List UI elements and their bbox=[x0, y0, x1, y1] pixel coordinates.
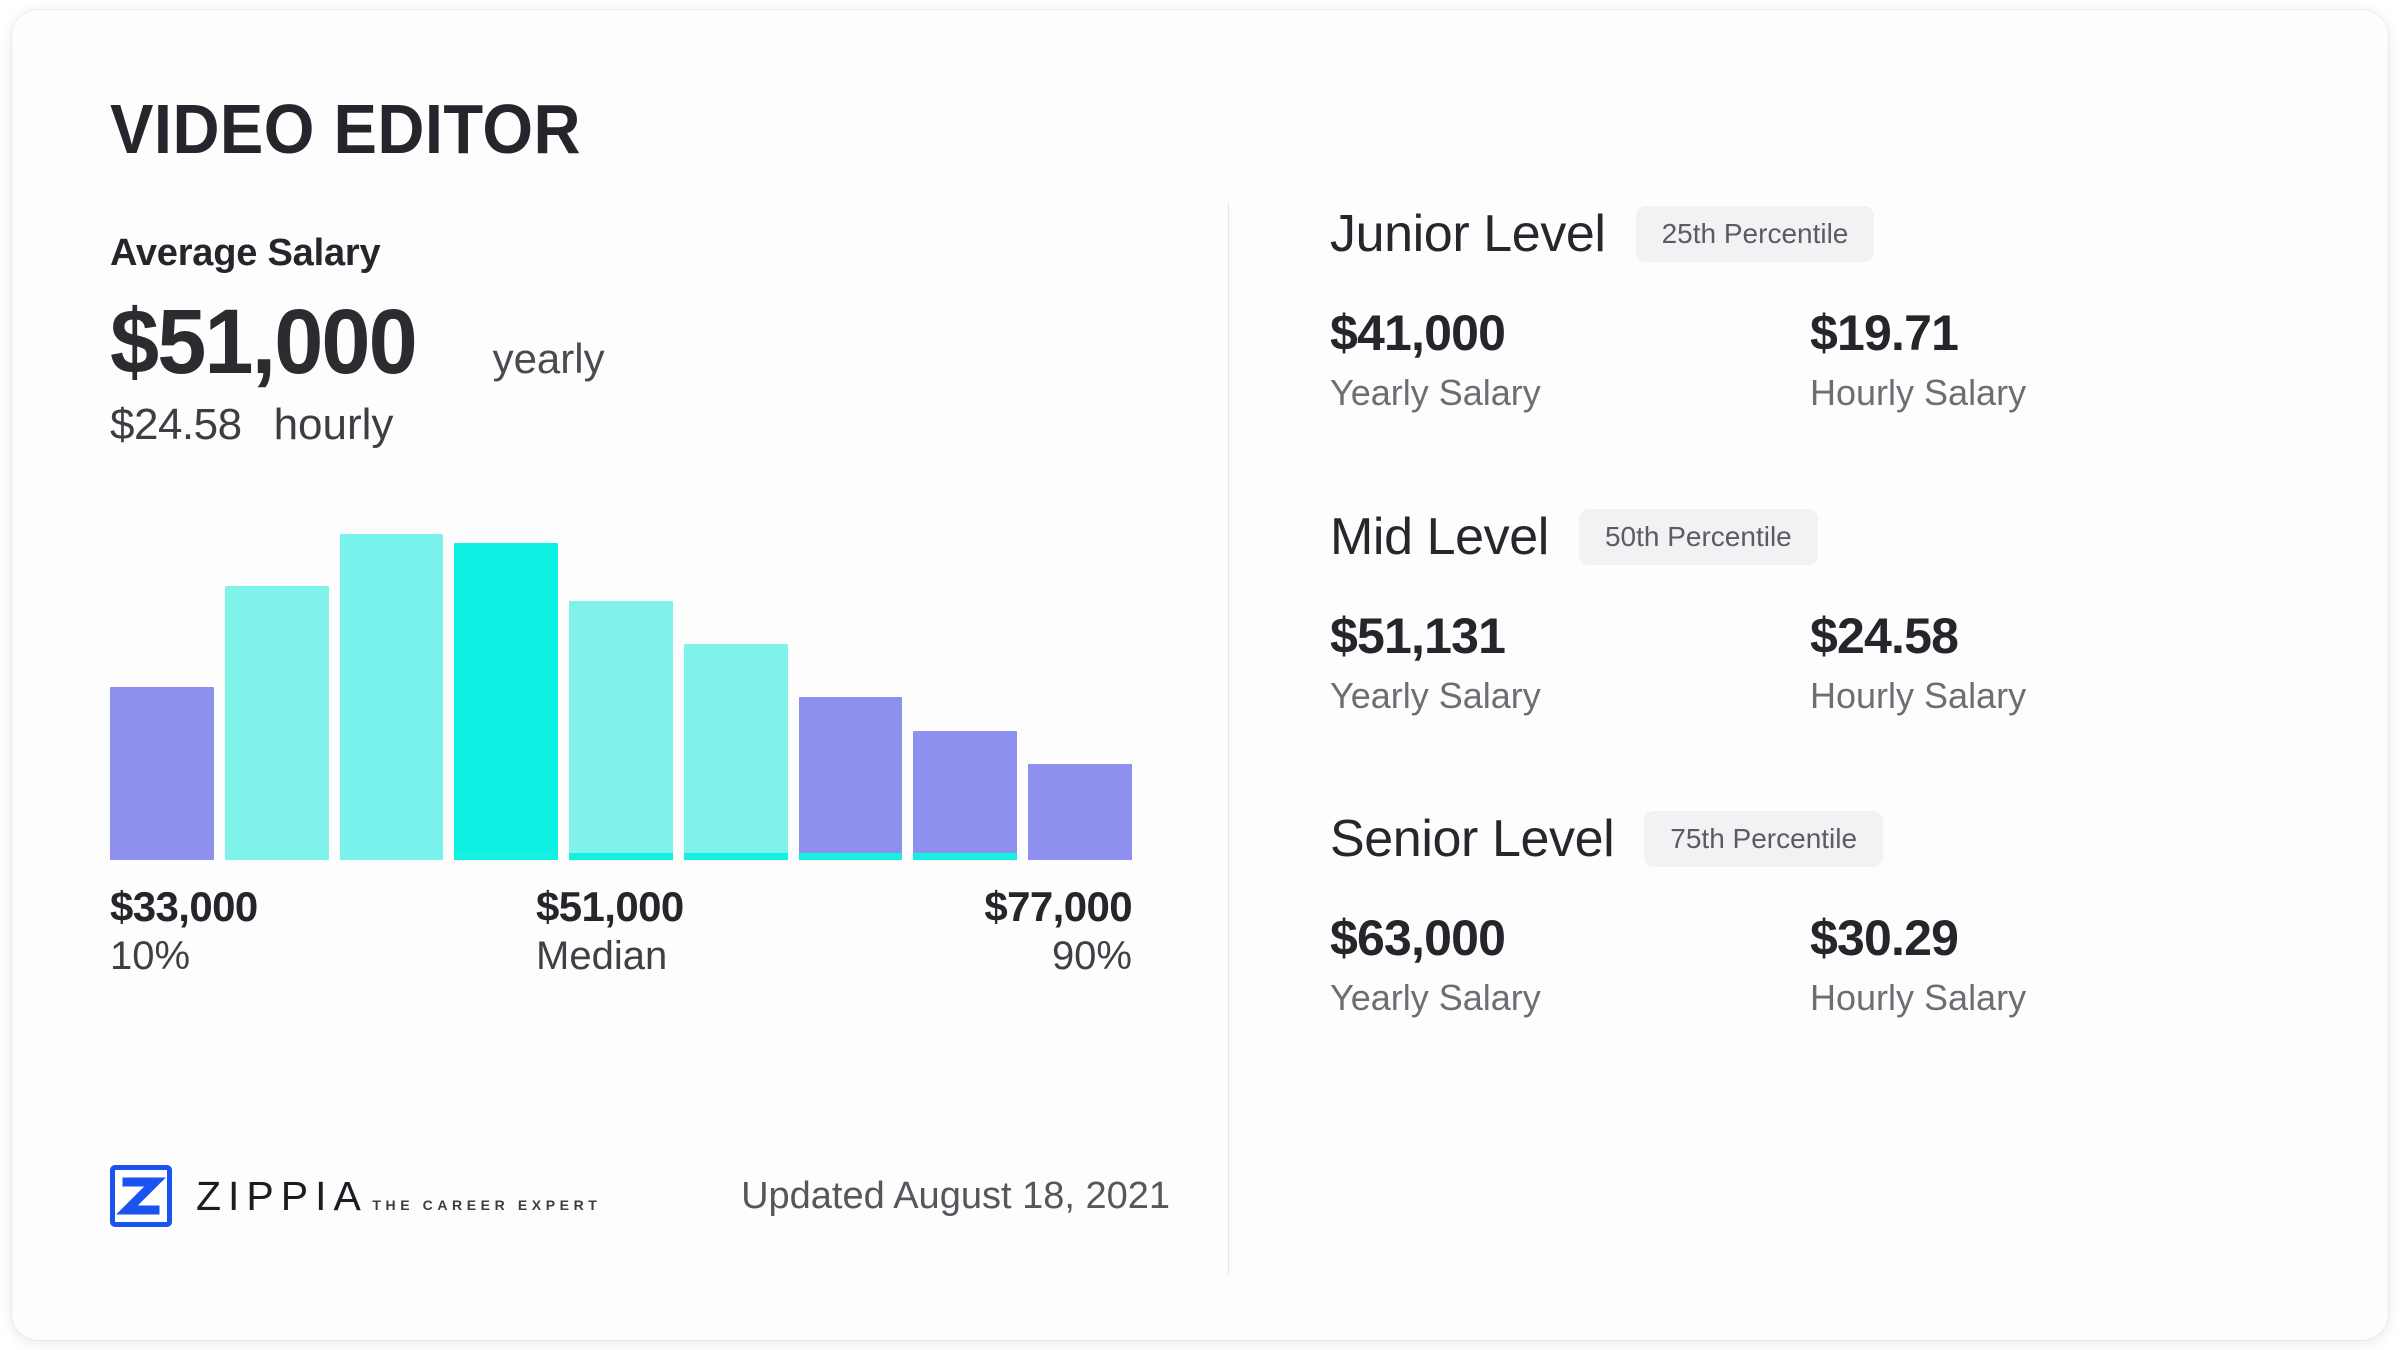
chart-bar bbox=[1028, 764, 1133, 861]
chart-bar bbox=[913, 730, 1018, 861]
zippia-logo-word: ZIPPIA bbox=[196, 1172, 368, 1219]
experience-level-header: Junior Level 25th Percentile bbox=[1330, 206, 2280, 262]
chart-bar-baseline bbox=[454, 853, 559, 861]
zippia-z-icon bbox=[110, 1165, 172, 1227]
chart-axis-sublabel: Median bbox=[536, 933, 668, 978]
salary-card: VIDEO EDITOR Average Salary $51,000 year… bbox=[12, 10, 2388, 1340]
hourly-salary-amount: $19.71 bbox=[1810, 305, 1959, 361]
chart-bar bbox=[454, 543, 559, 861]
yearly-salary-amount: $51,131 bbox=[1330, 607, 1506, 664]
average-yearly-row: $51,000 yearly bbox=[110, 291, 1170, 393]
chart-bar-baseline bbox=[913, 853, 1018, 861]
yearly-salary-label: Yearly Salary bbox=[1330, 977, 1541, 1019]
experience-level-name: Junior Level bbox=[1330, 205, 1606, 263]
hourly-salary-label: Hourly Salary bbox=[1810, 674, 2027, 716]
chart-bar bbox=[798, 696, 903, 861]
chart-axis-sublabel: 90% bbox=[1051, 933, 1132, 978]
chart-bar bbox=[224, 586, 329, 861]
percentile-badge: 50th Percentile bbox=[1578, 508, 1818, 565]
card-footer: ZIPPIA THE CAREER EXPERT Updated August … bbox=[110, 1165, 1170, 1227]
chart-bar bbox=[569, 600, 673, 861]
zippia-wordmark: ZIPPIA THE CAREER EXPERT bbox=[196, 1172, 602, 1219]
summary-panel: VIDEO EDITOR Average Salary $51,000 year… bbox=[110, 94, 1170, 994]
chart-axis-amount: $33,000 bbox=[110, 883, 258, 931]
salary-distribution-chart: $33,000 10% $51,000 Median $77,000 90% bbox=[110, 514, 1133, 994]
chart-axis-amount: $77,000 bbox=[984, 883, 1132, 931]
average-hourly-amount: $24.58 bbox=[110, 400, 242, 450]
zippia-logo: ZIPPIA THE CAREER EXPERT bbox=[110, 1165, 601, 1227]
percentile-badge: 25th Percentile bbox=[1635, 206, 1875, 262]
hourly-salary-amount: $24.58 bbox=[1810, 607, 1959, 664]
yearly-salary-column: $51,131 Yearly Salary bbox=[1330, 607, 1810, 716]
chart-bar bbox=[683, 644, 788, 861]
chart-axis-amount: $51,000 bbox=[536, 883, 684, 931]
experience-level-block: Senior Level 75th Percentile $63,000 Yearly… bbox=[1330, 811, 2280, 1018]
infographic-canvas: VIDEO EDITOR Average Salary $51,000 year… bbox=[0, 0, 2400, 1350]
zippia-logo-tagline: THE CAREER EXPERT bbox=[372, 1196, 602, 1213]
yearly-salary-amount: $41,000 bbox=[1330, 305, 1506, 361]
yearly-salary-column: $41,000 Yearly Salary bbox=[1330, 306, 1810, 413]
average-hourly-row: $24.58 hourly bbox=[110, 400, 1170, 450]
experience-level-values: $51,131 Yearly Salary $24.58 Hourly Salary bbox=[1330, 607, 2280, 716]
chart-bar-baseline bbox=[683, 853, 788, 861]
hourly-salary-column: $24.58 Hourly Salary bbox=[1810, 607, 2027, 716]
updated-date: Updated August 18, 2021 bbox=[741, 1174, 1170, 1217]
hourly-salary-label: Hourly Salary bbox=[1810, 372, 2027, 413]
average-yearly-period: yearly bbox=[492, 335, 605, 382]
average-salary-label: Average Salary bbox=[110, 232, 381, 274]
experience-level-values: $63,000 Yearly Salary $30.29 Hourly Salary bbox=[1330, 911, 2280, 1018]
yearly-salary-column: $63,000 Yearly Salary bbox=[1330, 911, 1810, 1018]
chart-bar-baseline bbox=[569, 853, 673, 861]
experience-level-block: Mid Level 50th Percentile $51,131 Yearly Sa… bbox=[1330, 507, 2280, 716]
experience-level-name: Senior Level bbox=[1330, 810, 1615, 869]
chart-bar bbox=[339, 533, 444, 861]
chart-axis-label: $77,000 90% bbox=[984, 882, 1132, 980]
average-hourly-period: hourly bbox=[273, 400, 394, 450]
experience-levels-panel: Junior Level 25th Percentile $41,000 Yearly… bbox=[1330, 206, 2280, 1018]
hourly-salary-label: Hourly Salary bbox=[1810, 977, 2027, 1019]
chart-axis-label: $51,000 Median bbox=[536, 882, 684, 980]
hourly-salary-column: $19.71 Hourly Salary bbox=[1810, 306, 2026, 413]
hourly-salary-column: $30.29 Hourly Salary bbox=[1810, 911, 2026, 1018]
chart-axis-labels: $33,000 10% $51,000 Median $77,000 90% bbox=[110, 882, 1133, 994]
experience-level-block: Junior Level 25th Percentile $41,000 Yearly… bbox=[1330, 206, 2280, 413]
hourly-salary-amount: $30.29 bbox=[1810, 910, 1959, 967]
experience-level-header: Mid Level 50th Percentile bbox=[1330, 507, 2280, 566]
experience-level-name: Mid Level bbox=[1330, 507, 1549, 566]
chart-bar bbox=[110, 687, 214, 861]
chart-bar-baseline bbox=[798, 853, 903, 861]
chart-axis-label: $33,000 10% bbox=[110, 882, 258, 980]
experience-level-values: $41,000 Yearly Salary $19.71 Hourly Salary bbox=[1330, 306, 2280, 413]
chart-bars bbox=[110, 514, 1133, 861]
yearly-salary-label: Yearly Salary bbox=[1330, 674, 1541, 716]
panel-divider bbox=[1228, 202, 1229, 1275]
chart-axis-sublabel: 10% bbox=[110, 933, 191, 978]
page-title: VIDEO EDITOR bbox=[110, 90, 582, 168]
yearly-salary-label: Yearly Salary bbox=[1330, 372, 1541, 413]
average-yearly-amount: $51,000 bbox=[110, 291, 418, 393]
yearly-salary-amount: $63,000 bbox=[1330, 910, 1506, 967]
percentile-badge: 75th Percentile bbox=[1644, 811, 1884, 868]
experience-level-header: Senior Level 75th Percentile bbox=[1330, 810, 2280, 869]
